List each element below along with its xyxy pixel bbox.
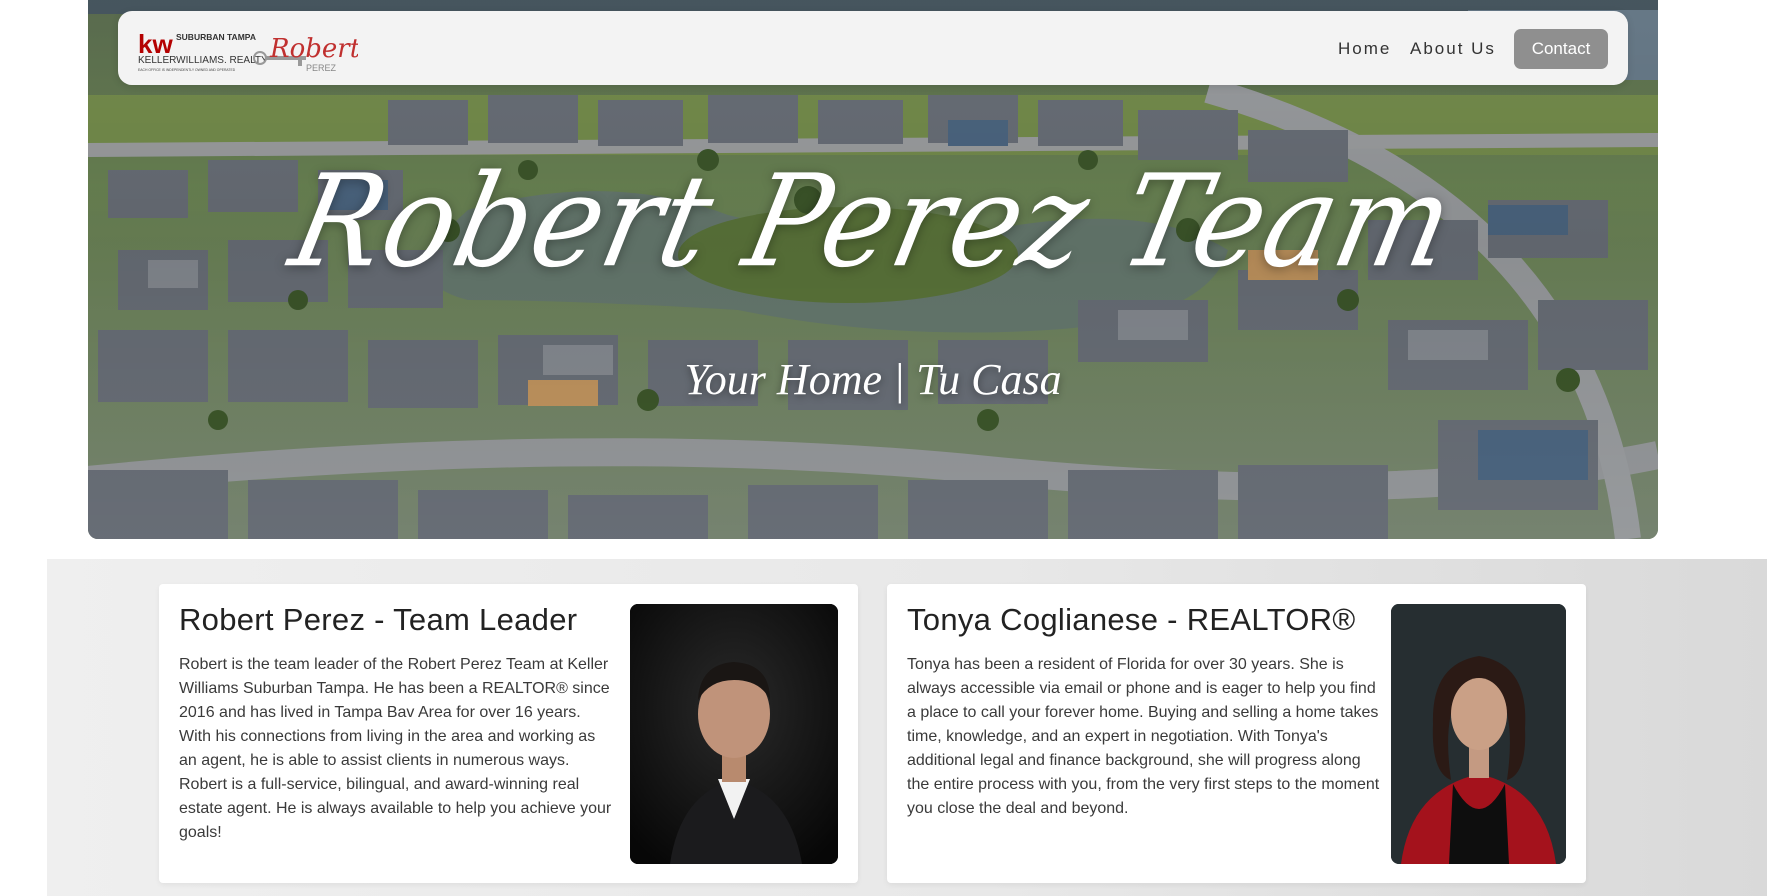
- nav-link-home[interactable]: Home: [1338, 39, 1391, 59]
- logo-agent-last: PEREZ: [306, 63, 337, 73]
- robert-portrait-image: [630, 604, 838, 864]
- hero-subtitle: Your Home | Tu Casa: [684, 355, 1062, 404]
- team-section: Robert Perez - Team Leader Robert is the…: [47, 559, 1767, 896]
- team-member-bio: Robert is the team leader of the Robert …: [179, 656, 612, 841]
- team-card-robert: Robert Perez - Team Leader Robert is the…: [159, 584, 858, 883]
- logo-office: SUBURBAN TAMPA: [176, 32, 256, 42]
- top-navbar: kw SUBURBAN TAMPA KELLERWILLIAMS. REALTY…: [118, 11, 1628, 85]
- team-member-name: Robert Perez - Team Leader: [179, 602, 578, 637]
- site-logo[interactable]: kw SUBURBAN TAMPA KELLERWILLIAMS. REALTY…: [138, 27, 358, 73]
- hero-title: Robert Perez Team: [279, 146, 1467, 296]
- tonya-portrait-photo: [1391, 604, 1566, 864]
- logo-tagline: EACH OFFICE IS INDEPENDENTLY OWNED AND O…: [138, 68, 236, 72]
- nav-link-about-us[interactable]: About Us: [1410, 39, 1496, 59]
- logo-company: KELLERWILLIAMS. REALTY: [138, 55, 268, 66]
- team-member-name: Tonya Coglianese - REALTOR®: [907, 602, 1356, 637]
- team-card-tonya: Tonya Coglianese - REALTOR® Tonya has be…: [887, 584, 1586, 883]
- contact-button[interactable]: Contact: [1514, 29, 1608, 69]
- tonya-portrait-image: [1391, 604, 1566, 864]
- team-member-bio: Tonya has been a resident of Florida for…: [907, 656, 1380, 817]
- logo-agent-first: Robert: [269, 34, 358, 64]
- robert-portrait-photo: [630, 604, 838, 864]
